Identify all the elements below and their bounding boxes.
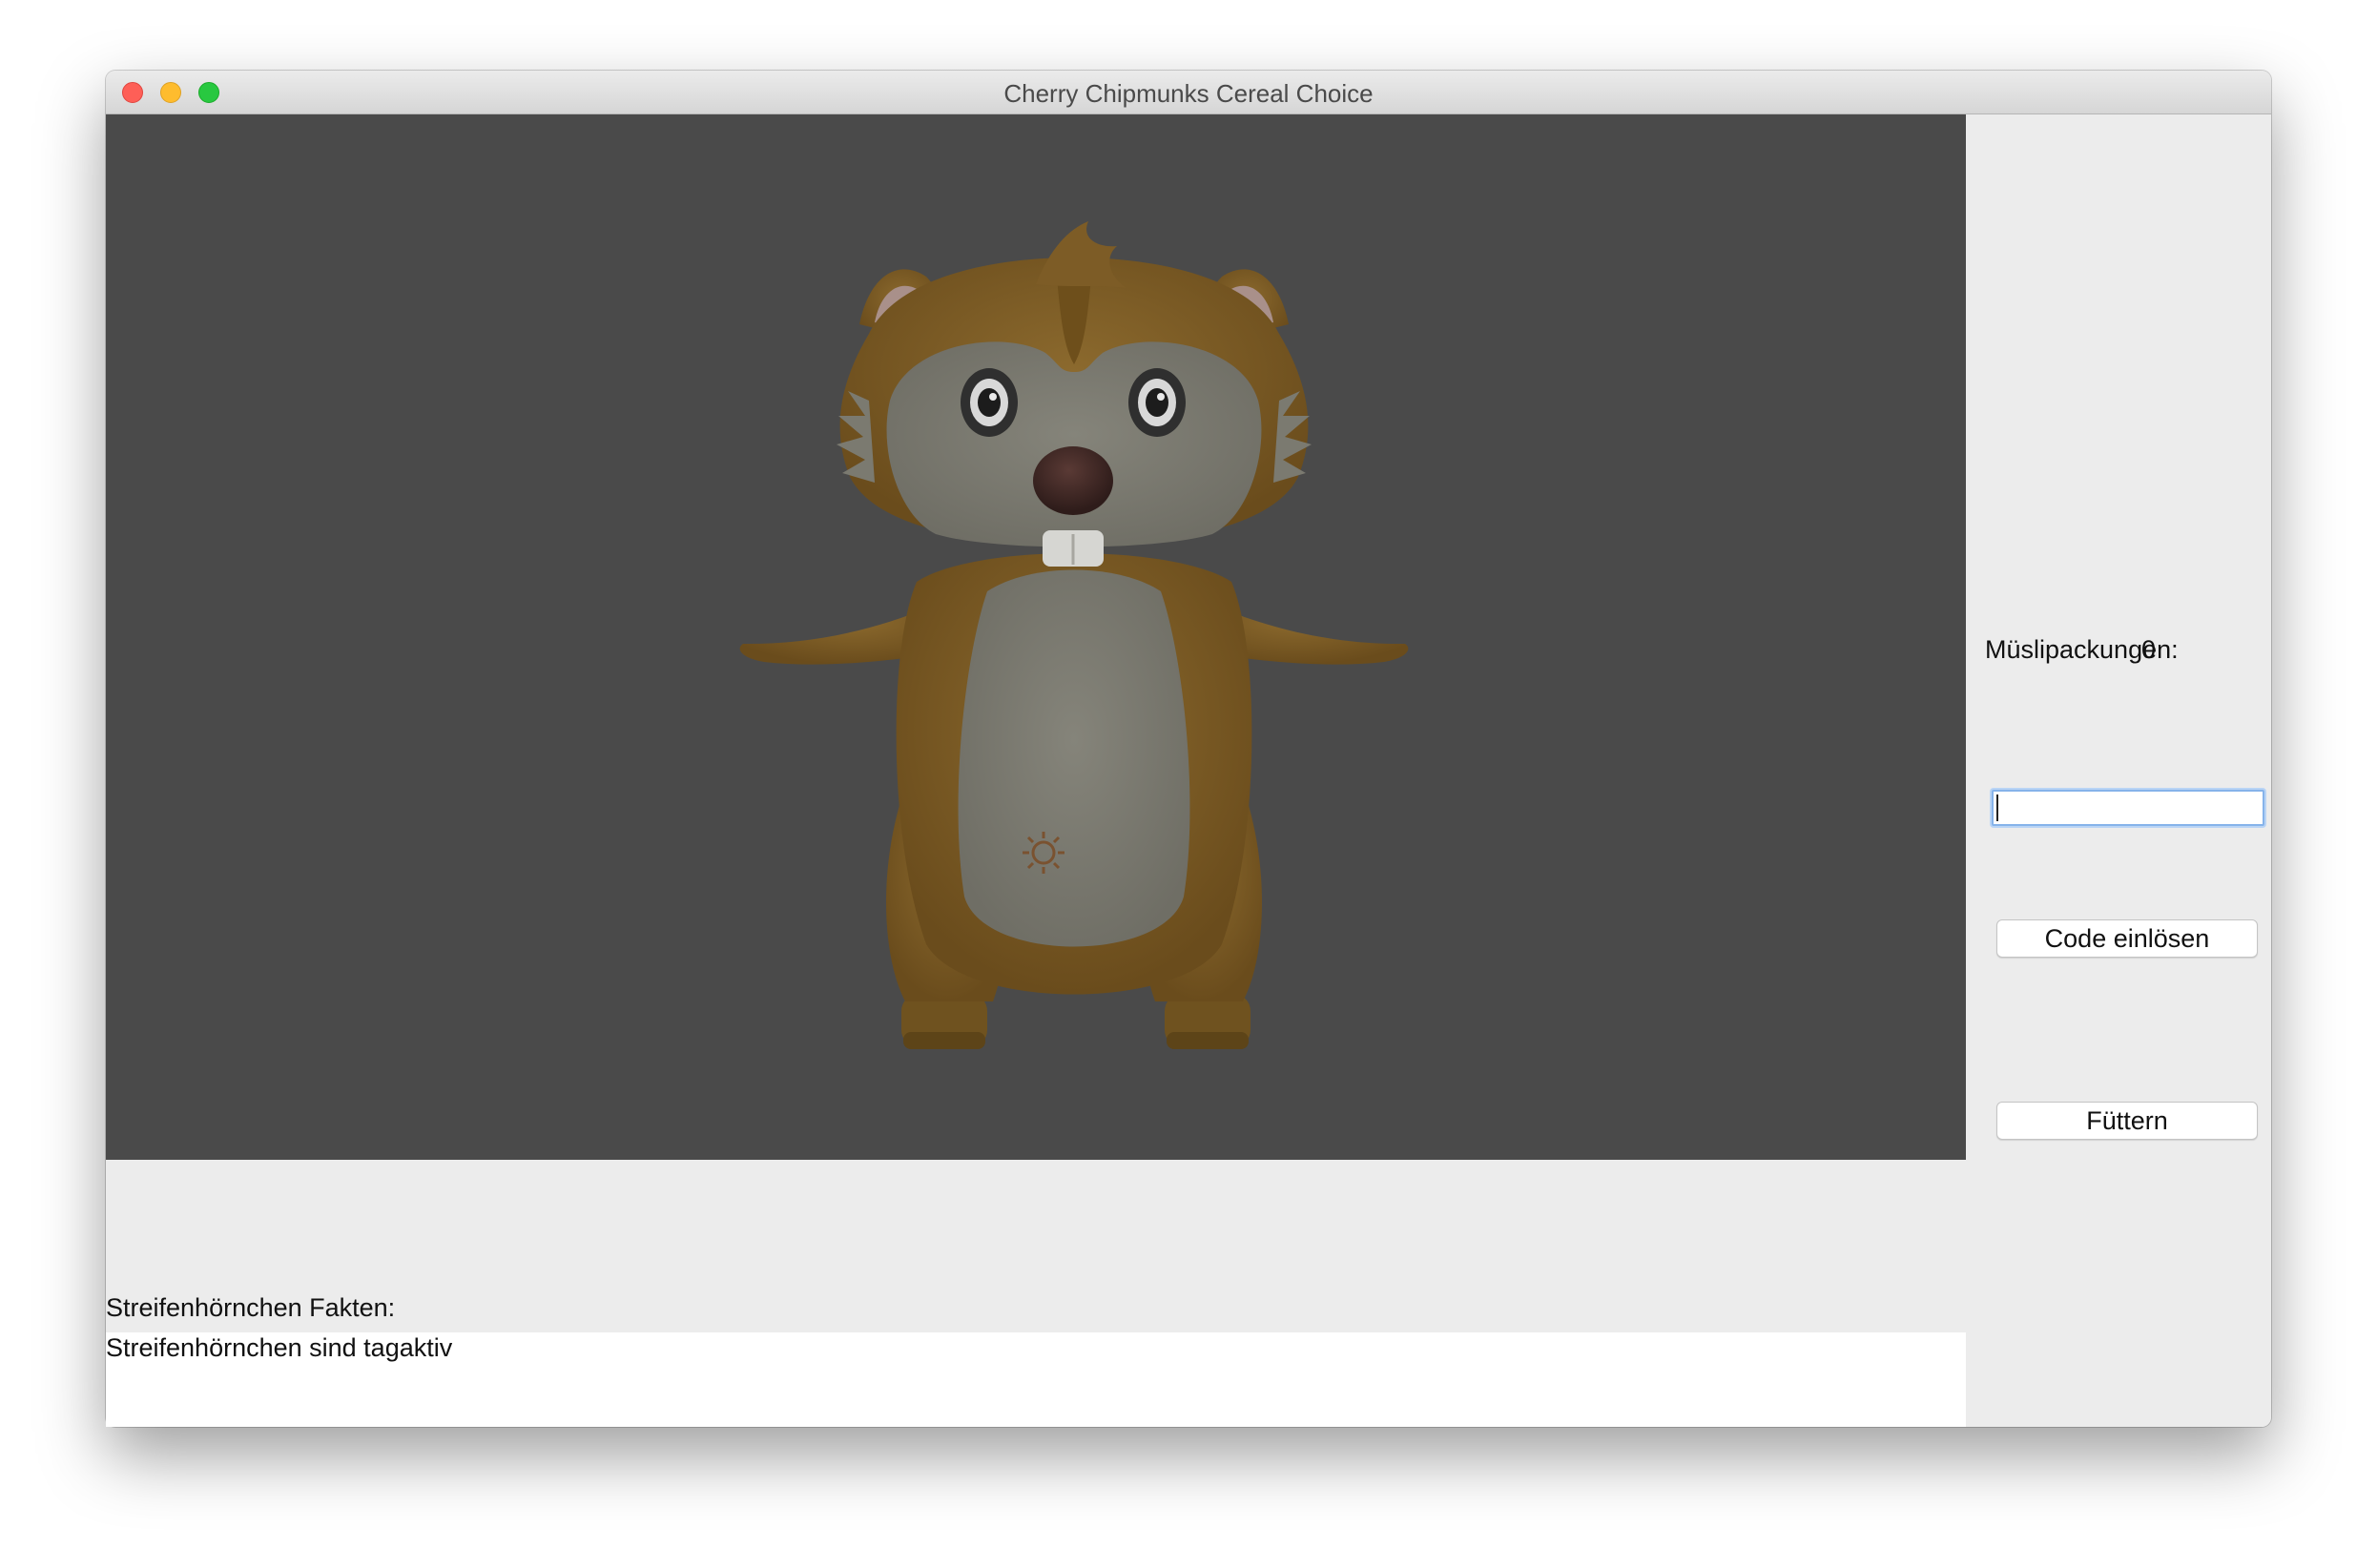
title-bar[interactable]: Cherry Chipmunks Cereal Choice xyxy=(106,71,2271,114)
window-title: Cherry Chipmunks Cereal Choice xyxy=(1003,79,1374,108)
chipmunk-nose xyxy=(1033,446,1113,515)
redeem-code-button[interactable]: Code einlösen xyxy=(1996,919,2258,958)
chipmunk-model xyxy=(739,221,1409,1049)
feed-button[interactable]: Füttern xyxy=(1996,1102,2258,1140)
cereal-count-value: 0 xyxy=(2140,635,2156,664)
control-panel xyxy=(1966,114,2271,1427)
code-input[interactable] xyxy=(1992,790,2264,826)
facts-label: Streifenhörnchen Fakten: xyxy=(106,1293,396,1322)
chipmunk-teeth xyxy=(1043,530,1104,567)
chipmunk-feet xyxy=(901,994,1251,1049)
text-caret xyxy=(1996,794,1998,821)
3d-viewport[interactable] xyxy=(106,114,1966,1160)
app-window: Cherry Chipmunks Cereal Choice xyxy=(106,71,2271,1427)
facts-text: Streifenhörnchen sind tagaktiv xyxy=(106,1333,453,1362)
